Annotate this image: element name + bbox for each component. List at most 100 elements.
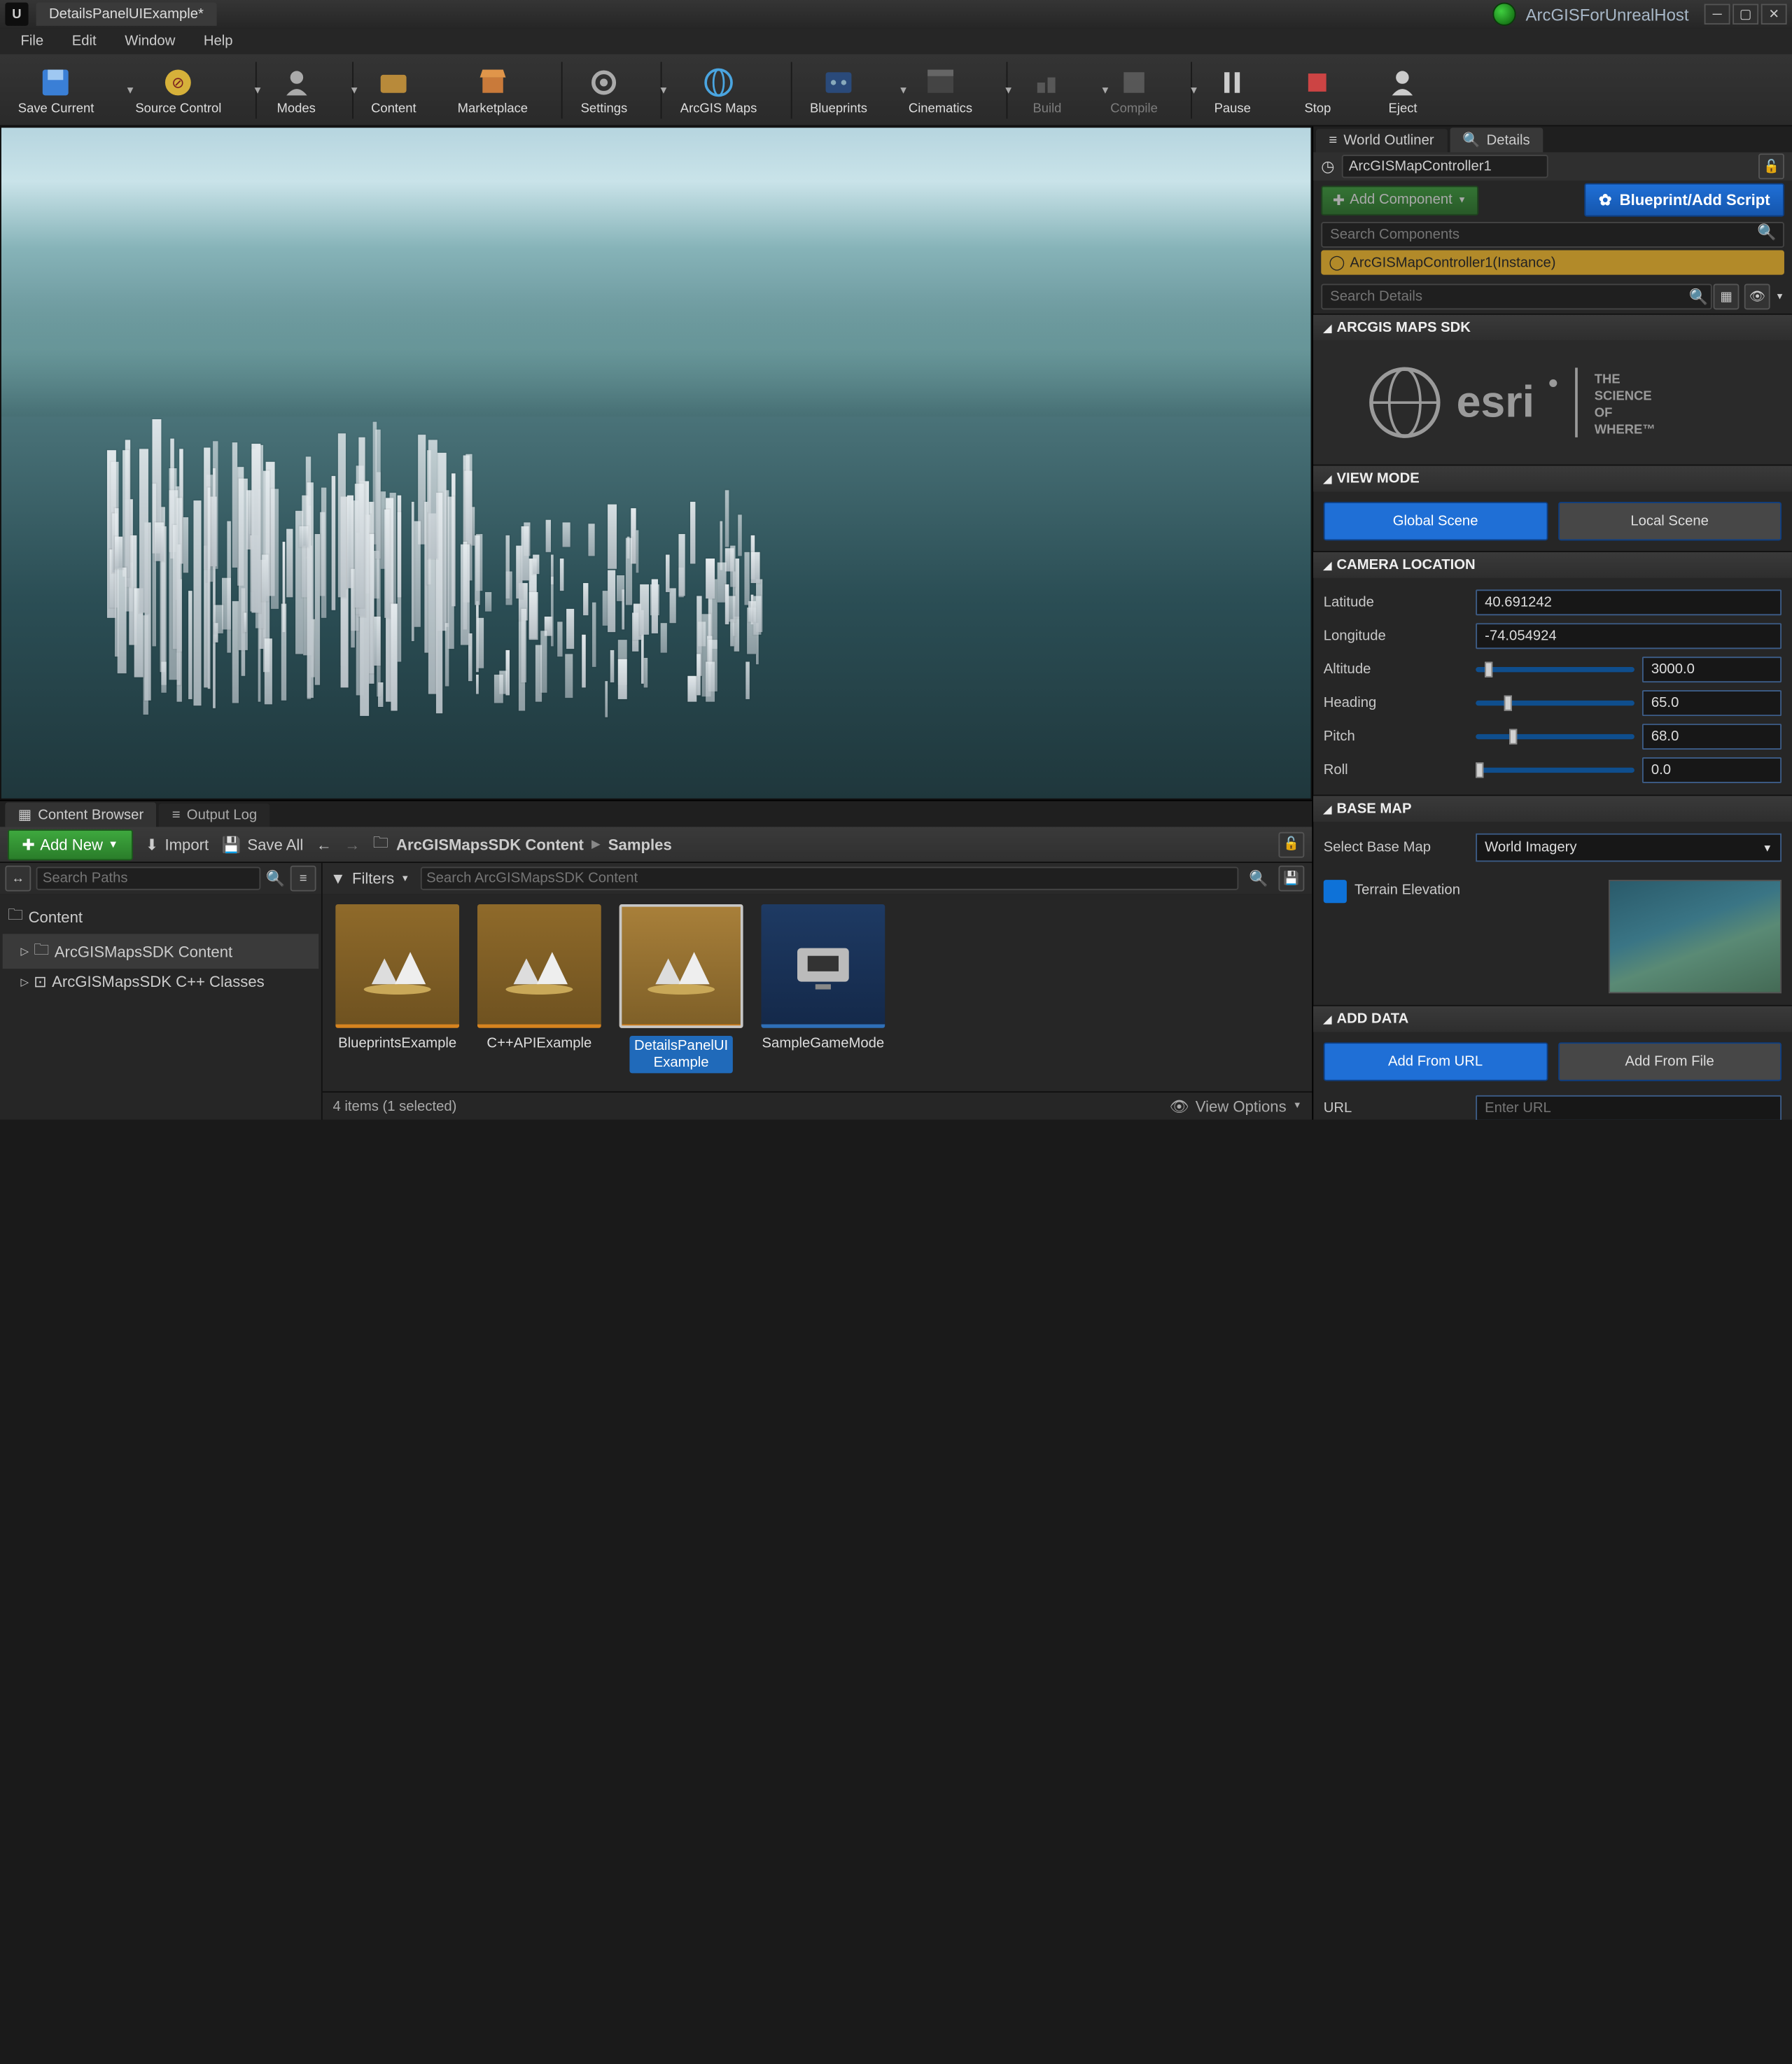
local-scene-button[interactable]: Local Scene — [1558, 502, 1782, 540]
add-from-file-button[interactable]: Add From File — [1558, 1042, 1782, 1081]
outliner-icon: ≡ — [1329, 133, 1337, 148]
tab-details[interactable]: 🔍 Details — [1450, 127, 1543, 152]
folder-icon: 🗀 — [373, 831, 388, 858]
chevron-down-icon: ▼ — [1293, 1102, 1302, 1111]
tree-item-sdk-cpp[interactable]: ▷ ⊡ ArcGISMapsSDK C++ Classes — [3, 969, 319, 995]
breadcrumb: 🗀 ArcGISMapsSDK Content ▶ Samples — [373, 831, 672, 858]
component-item[interactable]: ◯ ArcGISMapController1(Instance) — [1321, 251, 1784, 275]
menu-file[interactable]: File — [8, 31, 57, 51]
section-add-data[interactable]: ◢ ADD DATA — [1313, 1006, 1792, 1032]
asset-item[interactable]: BlueprintsExample — [333, 904, 462, 1052]
tab-output-log[interactable]: ≡ Output Log — [159, 803, 270, 827]
tab-world-outliner[interactable]: ≡ World Outliner — [1316, 129, 1447, 152]
add-from-url-button[interactable]: Add From URL — [1324, 1042, 1548, 1081]
minimize-button[interactable]: ─ — [1704, 4, 1730, 24]
latitude-input[interactable] — [1476, 589, 1782, 615]
collapse-icon: ◢ — [1324, 472, 1331, 484]
main-toolbar: Save Current▼⊘Source Control▼Modes▼Conte… — [0, 54, 1792, 126]
global-scene-button[interactable]: Global Scene — [1324, 502, 1548, 540]
actor-name-input[interactable] — [1343, 155, 1549, 178]
filters-button[interactable]: ▼ Filters ▼ — [330, 869, 410, 887]
nav-back-button[interactable]: ← — [316, 835, 332, 853]
asset-item[interactable]: DetailsPanelUI Example — [617, 904, 746, 1074]
arcgis-maps-button[interactable]: ArcGIS Maps — [667, 56, 769, 123]
property-matrix-button[interactable]: ▦ — [1714, 283, 1740, 309]
breadcrumb-item[interactable]: Samples — [608, 835, 672, 853]
altitude-value[interactable] — [1642, 657, 1782, 682]
section-view-mode[interactable]: ◢ VIEW MODE — [1313, 465, 1792, 491]
tab-content-browser[interactable]: ▦ Content Browser — [5, 802, 156, 827]
content-icon — [376, 64, 412, 100]
section-arcgis-sdk[interactable]: ◢ ARCGIS MAPS SDK — [1313, 315, 1792, 341]
visibility-button[interactable]: 👁 — [1744, 283, 1770, 309]
heading-value[interactable] — [1642, 690, 1782, 716]
source-control-button[interactable]: ⊘Source Control — [122, 56, 234, 123]
menu-help[interactable]: Help — [190, 31, 246, 51]
select-basemap-label: Select Base Map — [1324, 840, 1468, 855]
sources-toggle-button[interactable]: ↔ — [5, 866, 31, 892]
settings-icon — [586, 64, 622, 100]
tool-label: Content — [371, 101, 416, 115]
asset-item[interactable]: C++APIExample — [475, 904, 603, 1052]
tool-label: Source Control — [135, 101, 221, 115]
terrain-elevation-checkbox[interactable] — [1324, 880, 1347, 903]
collapse-button[interactable]: ≡ — [290, 866, 316, 892]
svg-text:OF: OF — [1594, 405, 1612, 419]
document-tab[interactable]: DetailsPanelUIExample* — [36, 3, 217, 26]
folder-icon: ▦ — [18, 806, 31, 823]
roll-value[interactable] — [1642, 757, 1782, 783]
pitch-value[interactable] — [1642, 724, 1782, 750]
view-options-button[interactable]: 👁 View Options ▼ — [1169, 1097, 1301, 1116]
add-component-button[interactable]: ✚ Add Component ▼ — [1321, 185, 1478, 214]
search-icon: 🔍 — [1249, 869, 1268, 887]
lock-button[interactable]: 🔓 — [1758, 153, 1784, 179]
menu-window[interactable]: Window — [112, 31, 188, 51]
asset-item[interactable]: SampleGameMode — [759, 904, 888, 1052]
blueprints-button[interactable]: Blueprints — [797, 56, 881, 123]
save-current-button[interactable]: Save Current — [5, 56, 106, 123]
lock-button[interactable]: 🔓 — [1278, 831, 1304, 857]
search-components-input[interactable] — [1321, 222, 1784, 248]
tool-label: ArcGIS Maps — [680, 101, 757, 115]
section-base-map[interactable]: ◢ BASE MAP — [1313, 796, 1792, 822]
url-input[interactable] — [1476, 1095, 1782, 1120]
basemap-select[interactable]: World Imagery ▼ — [1476, 834, 1782, 862]
save-search-button[interactable]: 💾 — [1278, 866, 1304, 892]
tree-item-sdk-content[interactable]: ▷ 🗀 ArcGISMapsSDK Content — [3, 934, 319, 969]
search-paths-input[interactable] — [36, 867, 261, 890]
save-all-button[interactable]: 💾 Save All — [222, 835, 304, 853]
plus-icon: ✚ — [1333, 192, 1345, 209]
search-icon: 🔍 — [1757, 223, 1777, 241]
viewport-3d[interactable] — [0, 127, 1312, 800]
pause-button[interactable]: Pause — [1198, 56, 1268, 123]
add-new-button[interactable]: ✚ Add New ▼ — [8, 829, 132, 859]
maximize-button[interactable]: ▢ — [1732, 4, 1758, 24]
breadcrumb-item[interactable]: ArcGISMapsSDK Content — [396, 835, 584, 853]
settings-button[interactable]: Settings — [568, 56, 640, 123]
longitude-input[interactable] — [1476, 623, 1782, 649]
search-icon: 🔍 — [1689, 288, 1709, 306]
nav-fwd-button[interactable]: → — [344, 835, 360, 853]
cinematics-button[interactable]: Cinematics — [895, 56, 985, 123]
unreal-logo-icon: U — [5, 3, 28, 26]
section-title: ARCGIS MAPS SDK — [1337, 320, 1471, 335]
heading-slider[interactable] — [1476, 701, 1634, 705]
modes-button[interactable]: Modes — [261, 56, 331, 123]
import-button[interactable]: ⬇ Import — [146, 835, 209, 853]
eject-button[interactable]: Eject — [1368, 56, 1438, 123]
marketplace-button[interactable]: Marketplace — [444, 56, 540, 123]
altitude-slider[interactable] — [1476, 667, 1634, 672]
search-assets-input[interactable] — [420, 867, 1239, 890]
close-button[interactable]: ✕ — [1761, 4, 1787, 24]
search-details-input[interactable] — [1321, 283, 1712, 309]
blueprint-add-script-button[interactable]: ✿ Blueprint/Add Script — [1585, 183, 1784, 217]
section-camera-location[interactable]: ◢ CAMERA LOCATION — [1313, 552, 1792, 578]
tree-item-content[interactable]: 🗀 Content — [3, 899, 319, 934]
status-orb-icon[interactable] — [1492, 3, 1516, 26]
tool-label: Compile — [1110, 101, 1158, 115]
content-button[interactable]: Content — [358, 56, 429, 123]
stop-button[interactable]: Stop — [1283, 56, 1353, 123]
pitch-slider[interactable] — [1476, 734, 1634, 739]
roll-slider[interactable] — [1476, 768, 1634, 773]
menu-edit[interactable]: Edit — [59, 31, 109, 51]
